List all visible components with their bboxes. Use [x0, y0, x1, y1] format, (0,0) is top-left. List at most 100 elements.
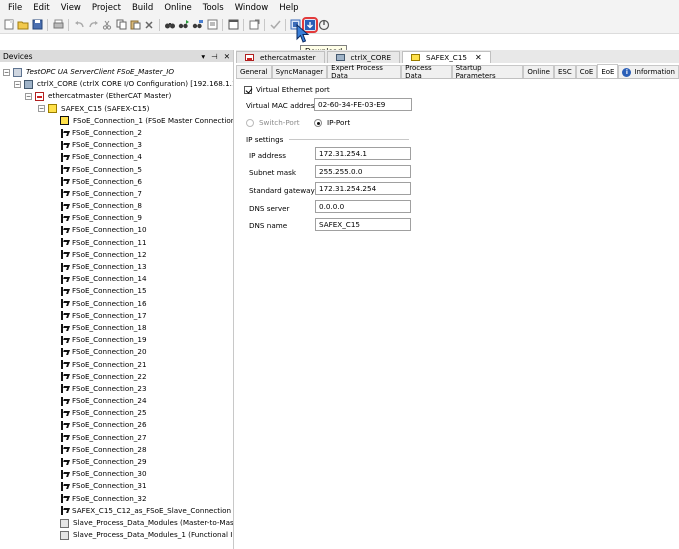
- close-tab-icon[interactable]: ✕: [475, 53, 482, 62]
- tree-item[interactable]: FSoE_Connection_24: [0, 395, 233, 407]
- tree-collapse-icon[interactable]: −: [38, 105, 45, 113]
- tree-item[interactable]: FSoE_Connection_23: [0, 383, 233, 395]
- replace-icon[interactable]: [178, 19, 190, 31]
- tree-item[interactable]: FSoE_Connection_30: [0, 468, 233, 480]
- menu-online[interactable]: Online: [160, 0, 198, 16]
- tab-syncmanager[interactable]: SyncManager: [271, 65, 328, 78]
- tree-collapse-icon[interactable]: −: [14, 80, 21, 88]
- tab-general[interactable]: General: [236, 65, 272, 78]
- tree-item[interactable]: Slave_Process_Data_Modules_1 (Functional…: [0, 529, 233, 541]
- tree-item[interactable]: FSoE_Connection_12: [0, 249, 233, 261]
- new-project-icon[interactable]: [3, 19, 15, 31]
- tree-item[interactable]: − SAFEX_C15 (SAFEX-C15): [0, 103, 233, 115]
- tree-item[interactable]: FSoE_Connection_9: [0, 212, 233, 224]
- redo-icon[interactable]: [87, 19, 99, 31]
- menu-view[interactable]: View: [57, 0, 88, 16]
- menu-project[interactable]: Project: [88, 0, 128, 16]
- tree-item[interactable]: FSoE_Connection_8: [0, 200, 233, 212]
- tree-item[interactable]: FSoE_Connection_28: [0, 444, 233, 456]
- add-device-icon[interactable]: [248, 19, 260, 31]
- copy-icon[interactable]: [115, 19, 127, 31]
- menu-build[interactable]: Build: [128, 0, 160, 16]
- tree-item[interactable]: FSoE_Connection_5: [0, 164, 233, 176]
- tree-item[interactable]: FSoE_Connection_3: [0, 139, 233, 151]
- bookmark-icon[interactable]: [206, 19, 218, 31]
- undo-icon[interactable]: [73, 19, 85, 31]
- menu-file[interactable]: File: [4, 0, 29, 16]
- find-icon[interactable]: [164, 19, 176, 31]
- open-project-icon[interactable]: [17, 19, 29, 31]
- find-in-project-icon[interactable]: [192, 19, 204, 31]
- tree-item[interactable]: FSoE_Connection_14: [0, 273, 233, 285]
- tree-item[interactable]: FSoE_Connection_6: [0, 176, 233, 188]
- dns-server-field[interactable]: 0.0.0.0: [315, 200, 411, 213]
- tab-esc[interactable]: ESC: [553, 65, 576, 78]
- tree-item[interactable]: FSoE_Connection_2: [0, 127, 233, 139]
- menu-help[interactable]: Help: [275, 0, 305, 16]
- standard-gateway-field[interactable]: 172.31.254.254: [315, 182, 411, 195]
- save-icon[interactable]: [31, 19, 43, 31]
- tree-item[interactable]: FSoE_Connection_27: [0, 432, 233, 444]
- tree-item[interactable]: FSoE_Connection_7: [0, 188, 233, 200]
- pane-dropdown-icon[interactable]: ▾: [201, 52, 205, 61]
- menu-window[interactable]: Window: [231, 0, 276, 16]
- tree-item[interactable]: SAFEX_C15_C12_as_FSoE_Slave_Connection: [0, 505, 233, 517]
- virtual-ethernet-port-checkbox[interactable]: [244, 85, 252, 94]
- tree-item[interactable]: FSoE_Connection_20: [0, 346, 233, 358]
- menu-tools[interactable]: Tools: [199, 0, 231, 16]
- document-tab[interactable]: SAFEX_C15 ✕: [402, 51, 491, 63]
- cut-icon[interactable]: [101, 19, 113, 31]
- tab-online[interactable]: Online: [523, 65, 554, 78]
- dns-name-field[interactable]: SAFEX_C15: [315, 218, 411, 231]
- ip-port-option[interactable]: IP-Port: [314, 118, 350, 127]
- tree-item-label: SAFEX_C15_C12_as_FSoE_Slave_Connection: [72, 505, 232, 515]
- subnet-mask-field[interactable]: 255.255.0.0: [315, 165, 411, 178]
- tree-item[interactable]: FSoE_Connection_22: [0, 371, 233, 383]
- tree-item[interactable]: FSoE_Connection_10: [0, 224, 233, 236]
- tree-item[interactable]: FSoE_Connection_16: [0, 298, 233, 310]
- tree-item[interactable]: FSoE_Connection_31: [0, 480, 233, 492]
- tab-eoe[interactable]: EoE: [597, 64, 619, 78]
- pane-pin-icon[interactable]: ⊣: [211, 52, 218, 61]
- tree-item[interactable]: FSoE_Connection_19: [0, 334, 233, 346]
- check-syntax-icon[interactable]: [269, 19, 281, 31]
- tree-item[interactable]: FSoE_Connection_11: [0, 237, 233, 249]
- tab-information[interactable]: i Information: [618, 65, 679, 78]
- tree-item[interactable]: FSoE_Connection_21: [0, 359, 233, 371]
- tree-item[interactable]: FSoE_Connection_4: [0, 151, 233, 163]
- tab-coe[interactable]: CoE: [575, 65, 598, 78]
- tree-item[interactable]: FSoE_Connection_25: [0, 407, 233, 419]
- tree-item[interactable]: FSoE_Connection_29: [0, 456, 233, 468]
- tree-collapse-icon[interactable]: −: [3, 68, 10, 76]
- virtual-ethernet-port-row[interactable]: Virtual Ethernet port: [244, 85, 330, 94]
- tree-item[interactable]: FSoE_Connection_15: [0, 285, 233, 297]
- tree-item[interactable]: FSoE_Connection_18: [0, 322, 233, 334]
- switch-port-radio[interactable]: [246, 118, 254, 127]
- pane-close-icon[interactable]: ✕: [224, 52, 230, 61]
- tab-expert-process-data[interactable]: Expert Process Data: [327, 64, 402, 80]
- tree-item[interactable]: FSoE_Connection_13: [0, 261, 233, 273]
- tree-item[interactable]: Slave_Process_Data_Modules (Master-to-Ma…: [0, 517, 233, 529]
- logout-icon[interactable]: [318, 19, 330, 31]
- ip-port-radio[interactable]: [314, 118, 322, 127]
- menu-edit[interactable]: Edit: [29, 0, 56, 16]
- tree-item[interactable]: − TestOPC UA ServerClient FSoE_Master_IO: [0, 66, 233, 78]
- tree-item[interactable]: FSoE_Connection_26: [0, 419, 233, 431]
- document-tab[interactable]: ethercatmaster: [236, 51, 325, 63]
- virtual-mac-field[interactable]: 02-60-34-FE-03-E9: [314, 98, 412, 111]
- tab-startup-parameters[interactable]: Startup Parameters: [451, 64, 524, 80]
- tree-collapse-icon[interactable]: −: [25, 92, 32, 100]
- window-icon[interactable]: [227, 19, 239, 31]
- ip-address-field[interactable]: 172.31.254.1: [315, 147, 411, 160]
- print-icon[interactable]: [52, 19, 64, 31]
- tree-item[interactable]: FSoE_Connection_32: [0, 493, 233, 505]
- tree-item[interactable]: FSoE_Connection_17: [0, 310, 233, 322]
- tree-item[interactable]: FSoE_Connection_1 (FSoE Master Connectio…: [0, 115, 233, 127]
- paste-icon[interactable]: [129, 19, 141, 31]
- tree-item[interactable]: − ethercatmaster (EtherCAT Master): [0, 90, 233, 102]
- tree-item[interactable]: − ctrlX_CORE (ctrlX CORE I/O Configuratio…: [0, 78, 233, 90]
- document-tab[interactable]: ctrlX_CORE: [326, 51, 400, 63]
- tab-process-data[interactable]: Process Data: [401, 64, 452, 80]
- delete-icon[interactable]: [143, 19, 155, 31]
- switch-port-option[interactable]: Switch-Port: [246, 118, 300, 127]
